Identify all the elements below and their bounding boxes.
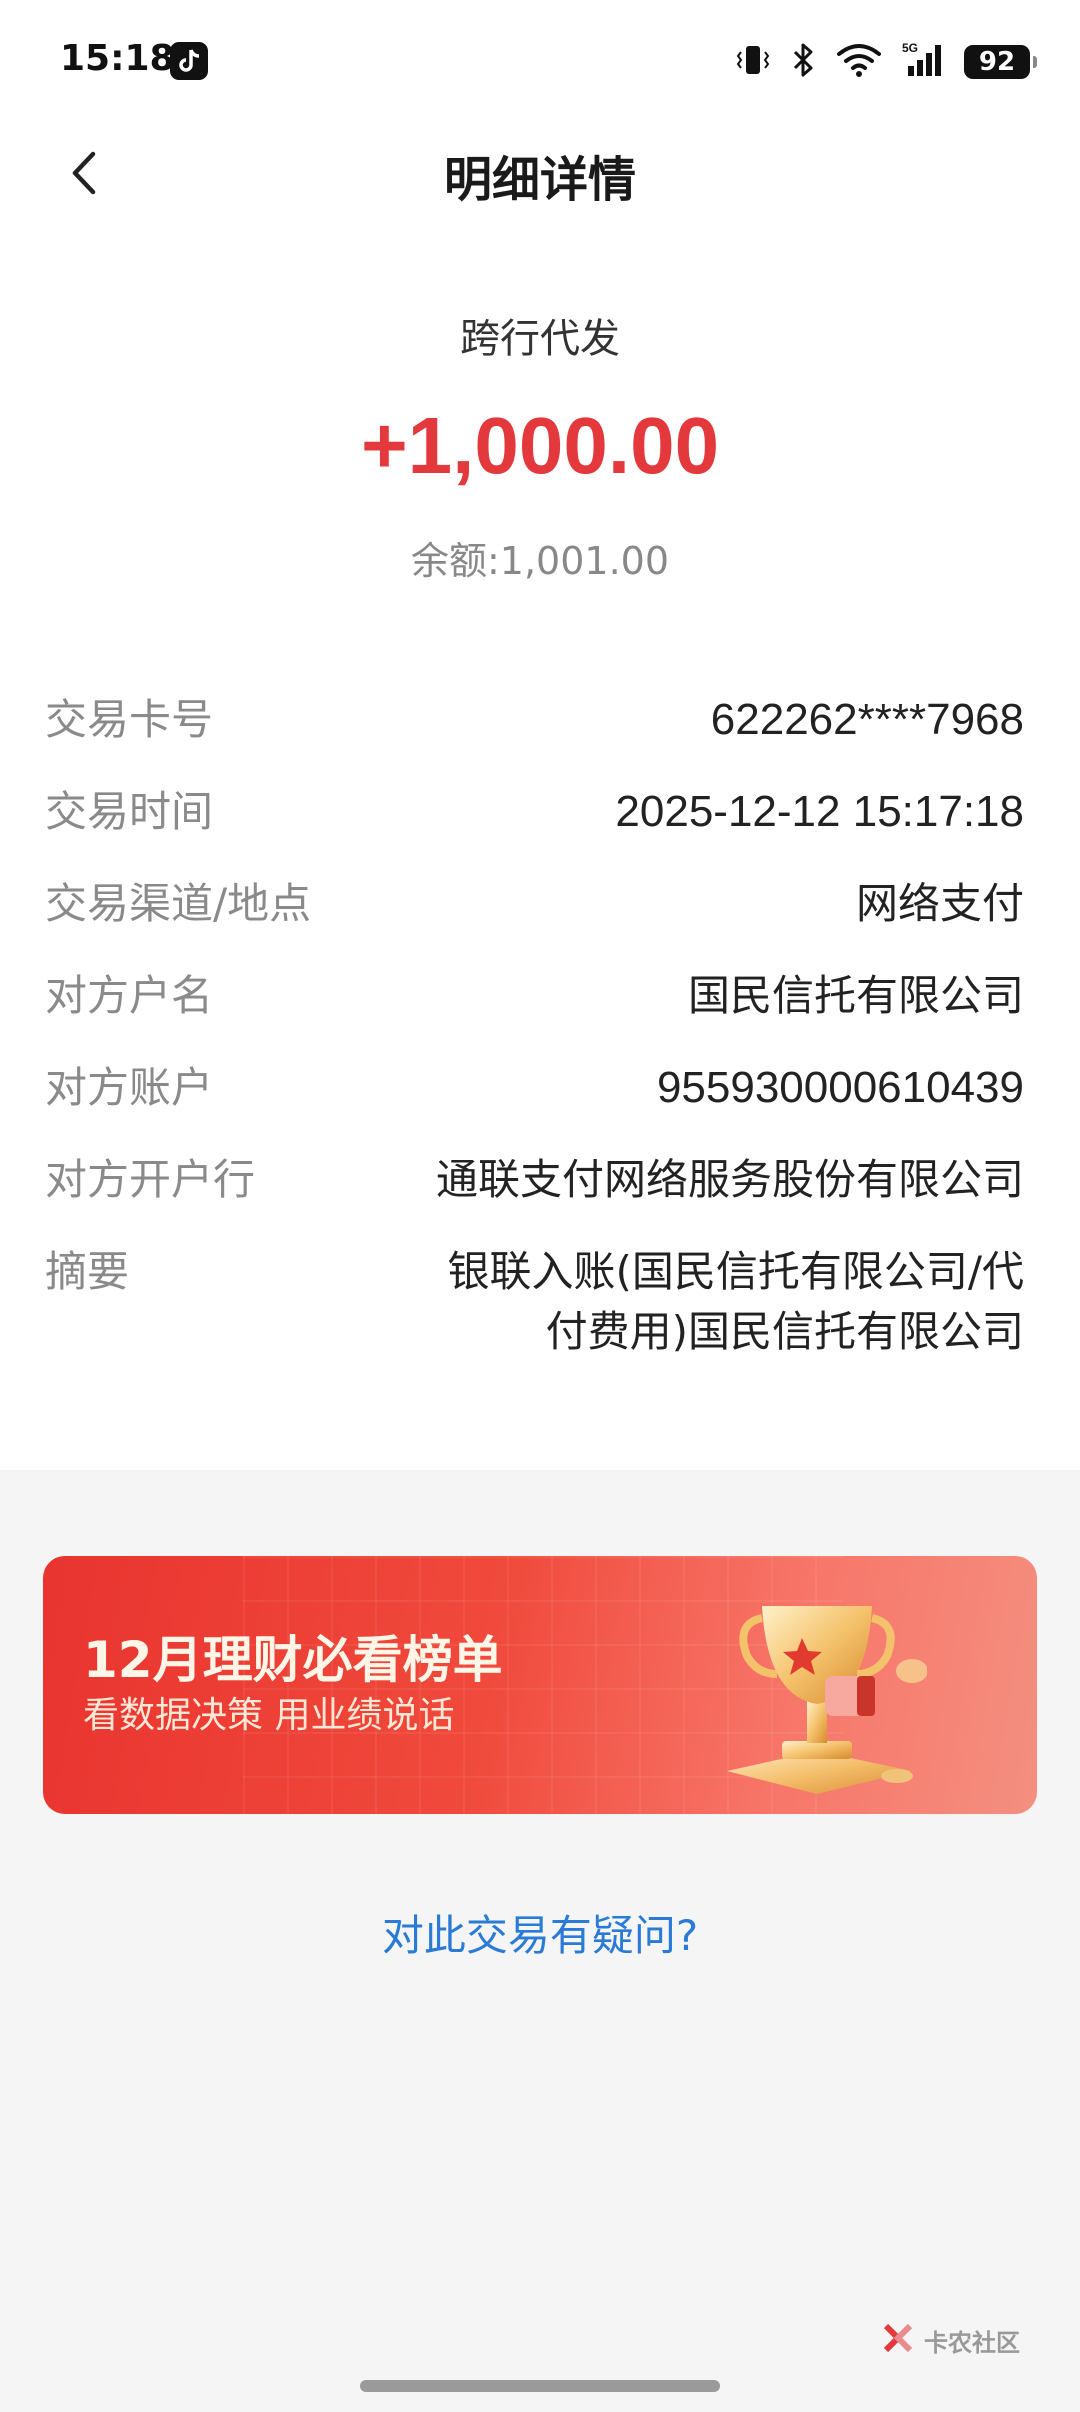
watermark-text: 卡农社区 (924, 2328, 1020, 2357)
transaction-detail-screen: 15:18 5G 92 明细详情 跨行代发 +1,000.00 余额:1,001… (0, 0, 1080, 2412)
detail-row-counterparty-name: 对方户名 国民信托有限公司 (45, 966, 1024, 1026)
detail-row-channel: 交易渠道/地点 网络支付 (45, 874, 1024, 934)
detail-row-counterparty-bank: 对方开户行 通联支付网络服务股份有限公司 (45, 1150, 1024, 1210)
transaction-question-link[interactable]: 对此交易有疑问? (0, 1902, 1080, 1963)
account-balance: 余额:1,001.00 (410, 539, 670, 583)
detail-value: 622262****7968 (710, 695, 1024, 744)
detail-label: 对方账户 (45, 1063, 214, 1112)
status-time: 15:18 (60, 38, 175, 79)
battery-icon: 92 (964, 45, 1037, 79)
wifi-icon (836, 40, 882, 84)
detail-value: 国民信托有限公司 (687, 971, 1024, 1020)
status-icons: 5G 92 (736, 40, 1037, 84)
5g-signal-icon: 5G (900, 40, 946, 84)
detail-row-time: 交易时间 2025-12-12 15:17:18 (45, 782, 1024, 842)
detail-row-card-number: 交易卡号 622262****7968 (45, 690, 1024, 750)
detail-list: 交易卡号 622262****7968 交易时间 2025-12-12 15:1… (45, 690, 1024, 1394)
trophy-icon (707, 1576, 928, 1806)
detail-label: 摘要 (45, 1247, 130, 1296)
transaction-amount: +1,000.00 (360, 401, 720, 490)
detail-value: 网络支付 (855, 879, 1024, 928)
watermark: 卡农社区 (880, 2320, 1020, 2360)
page-title: 明细详情 (443, 152, 636, 208)
kanong-logo-icon (880, 2320, 916, 2360)
detail-row-counterparty-account: 对方账户 955930000610439 (45, 1058, 1024, 1118)
detail-value: 955930000610439 (656, 1063, 1024, 1112)
home-indicator[interactable] (360, 2380, 720, 2392)
svg-text:5G: 5G (902, 41, 918, 55)
banner-subtitle: 看数据决策 用业绩说话 (83, 1695, 455, 1736)
transaction-detail-card: 跨行代发 +1,000.00 余额:1,001.00 交易卡号 622262**… (0, 220, 1080, 1470)
detail-row-memo: 摘要 银联入账(国民信托有限公司/代付费用)国民信托有限公司 (45, 1242, 1024, 1362)
status-bar: 15:18 5G 92 (0, 0, 1080, 120)
detail-label: 对方开户行 (45, 1155, 256, 1204)
detail-label: 交易卡号 (45, 695, 214, 744)
detail-value: 2025-12-12 15:17:18 (615, 787, 1024, 836)
detail-label: 对方户名 (45, 971, 214, 1020)
detail-value: 通联支付网络服务股份有限公司 (435, 1155, 1024, 1204)
vibrate-icon (736, 40, 770, 84)
detail-value: 银联入账(国民信托有限公司/代付费用)国民信托有限公司 (447, 1247, 1024, 1356)
promo-banner[interactable]: 12月理财必看榜单 看数据决策 用业绩说话 (43, 1556, 1037, 1814)
transaction-type: 跨行代发 (460, 316, 620, 362)
detail-label: 交易时间 (45, 787, 214, 836)
tiktok-icon (170, 42, 208, 80)
banner-title: 12月理财必看榜单 (83, 1631, 503, 1689)
top-nav-bar: 明细详情 (0, 120, 1080, 220)
bluetooth-icon (788, 40, 818, 84)
detail-label: 交易渠道/地点 (45, 879, 312, 928)
